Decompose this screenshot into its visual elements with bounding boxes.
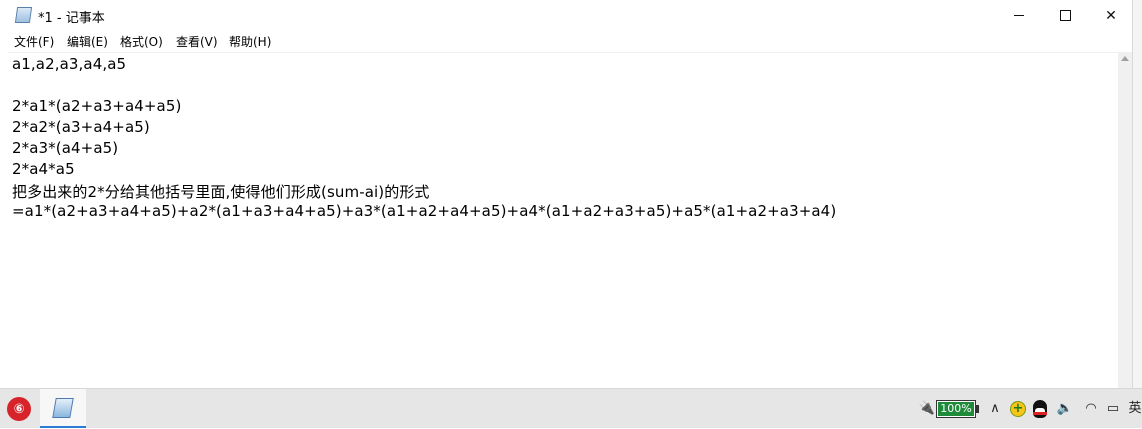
menu-view[interactable]: 查看(V) (176, 33, 218, 50)
text-line: 把多出来的2*分给其他括号里面,使得他们形成(sum-ai)的形式 (12, 183, 430, 201)
text-editor[interactable]: a1,a2,a3,a4,a5 2*a1*(a2+a3+a4+a5) 2*a2*(… (8, 52, 1118, 389)
notepad-window: *1 - 记事本 ✕ 文件(F) 编辑(E) 格式(O) 查看(V) 帮助(H)… (0, 0, 1133, 389)
maximize-button[interactable] (1042, 0, 1088, 31)
window-title: *1 - 记事本 (38, 11, 105, 26)
chevron-up-icon[interactable]: ∧ (986, 399, 1004, 419)
taskbar: ⑥ 🔌 100% ∧ + 🔈 ◠ ▭ 英 (0, 388, 1142, 428)
power-plug-icon[interactable]: 🔌 (918, 399, 936, 419)
title-bar[interactable]: *1 - 记事本 ✕ (0, 0, 1132, 31)
notepad-icon (14, 7, 33, 23)
taskbar-app-netease-music[interactable]: ⑥ (0, 389, 38, 429)
text-line: a1,a2,a3,a4,a5 (12, 55, 127, 73)
menu-file[interactable]: 文件(F) (14, 33, 54, 50)
text-line: =a1*(a2+a3+a4+a5)+a2*(a1+a3+a4+a5)+a3*(a… (12, 202, 837, 220)
text-line: 2*a4*a5 (12, 160, 75, 178)
ime-indicator[interactable]: 英 (1126, 399, 1142, 419)
minimize-icon (1014, 15, 1024, 16)
menu-format[interactable]: 格式(O) (120, 33, 163, 50)
speaker-icon[interactable]: 🔈 (1056, 399, 1074, 419)
menu-help[interactable]: 帮助(H) (229, 33, 271, 50)
wifi-icon[interactable]: ◠ (1082, 399, 1100, 419)
notepad-icon (52, 397, 74, 418)
qq-scarf (1033, 412, 1047, 415)
battery-text: 100% (940, 402, 972, 415)
netease-music-icon: ⑥ (7, 397, 31, 421)
background-window-edge (1133, 0, 1142, 388)
close-icon: ✕ (1105, 7, 1117, 24)
text-line: 2*a1*(a2+a3+a4+a5) (12, 97, 182, 115)
scroll-up-arrow-icon[interactable] (1121, 56, 1129, 61)
text-line: 2*a3*(a4+a5) (12, 139, 119, 157)
minimize-button[interactable] (996, 0, 1042, 31)
qq-icon[interactable] (1033, 400, 1047, 418)
vertical-scrollbar[interactable] (1118, 52, 1132, 388)
menu-bar: 文件(F) 编辑(E) 格式(O) 查看(V) 帮助(H) (0, 31, 1132, 50)
battery-indicator[interactable]: 100% (936, 400, 976, 418)
close-button[interactable]: ✕ (1088, 0, 1134, 31)
battery-tip (976, 405, 979, 413)
taskbar-app-notepad[interactable] (40, 389, 86, 428)
text-line: 2*a2*(a3+a4+a5) (12, 118, 150, 136)
keyboard-icon[interactable]: ▭ (1104, 399, 1122, 419)
maximize-icon (1059, 10, 1071, 21)
menu-edit[interactable]: 编辑(E) (67, 33, 108, 50)
app-tray-icon[interactable]: + (1010, 401, 1026, 417)
